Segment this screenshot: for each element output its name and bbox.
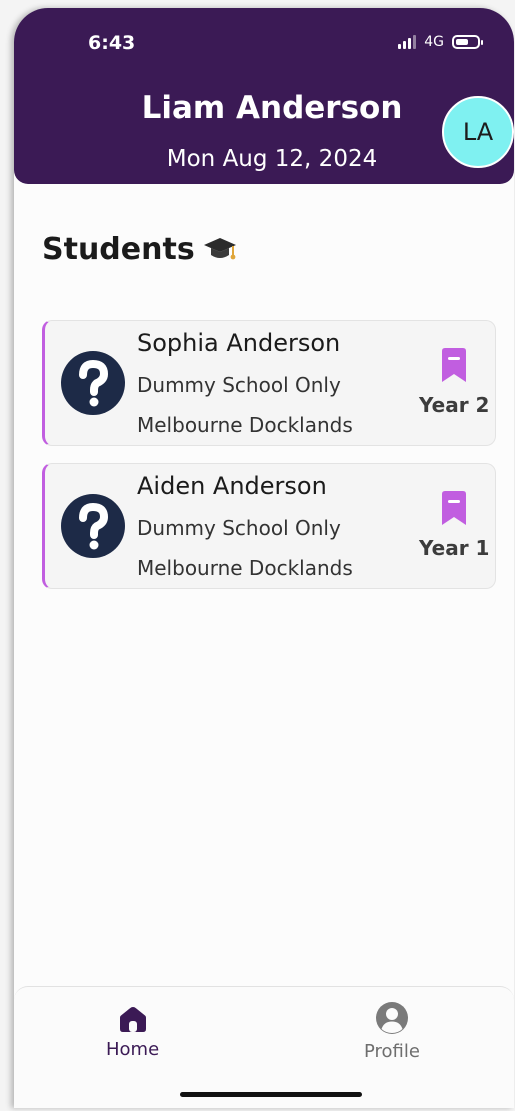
students-title-text: Students xyxy=(42,232,195,267)
student-school: Dummy School Only xyxy=(137,373,341,397)
home-icon xyxy=(119,1007,146,1032)
status-time: 6:43 xyxy=(88,32,136,54)
student-name: Sophia Anderson xyxy=(137,329,341,357)
battery-icon xyxy=(452,35,483,49)
network-label: 4G xyxy=(424,34,444,50)
app-screen: 6:43 4G Liam Anderson Mon Aug 12, 2024 L… xyxy=(14,8,514,1108)
student-card-sophia[interactable]: Sophia Anderson Dummy School Only Melbou… xyxy=(42,320,496,446)
current-date: Mon Aug 12, 2024 xyxy=(166,146,378,172)
student-campus: Melbourne Docklands xyxy=(137,556,353,580)
student-year: Year 2 xyxy=(419,393,490,417)
question-mark-icon xyxy=(61,351,125,415)
question-mark-icon xyxy=(61,494,125,558)
signal-icon xyxy=(398,35,417,49)
bottom-nav: Home Profile xyxy=(14,986,514,1108)
bookmark-icon xyxy=(442,348,466,382)
bookmark-icon xyxy=(442,491,466,525)
avatar-initials: LA xyxy=(462,118,494,146)
nav-home-label: Home xyxy=(106,1039,160,1060)
home-indicator xyxy=(180,1092,362,1097)
nav-home[interactable]: Home xyxy=(106,1005,159,1060)
student-school: Dummy School Only xyxy=(137,516,341,540)
app-header: 6:43 4G Liam Anderson Mon Aug 12, 2024 L… xyxy=(14,8,514,184)
student-campus: Melbourne Docklands xyxy=(137,413,353,437)
students-title: Students xyxy=(42,232,237,267)
student-year: Year 1 xyxy=(419,536,490,560)
nav-profile[interactable]: Profile xyxy=(364,1001,420,1062)
profile-icon xyxy=(375,1002,408,1034)
student-name: Aiden Anderson xyxy=(137,472,327,500)
status-indicators: 4G xyxy=(398,34,483,50)
avatar[interactable]: LA xyxy=(442,96,514,168)
nav-profile-label: Profile xyxy=(364,1041,420,1062)
student-card-aiden[interactable]: Aiden Anderson Dummy School Only Melbour… xyxy=(42,463,496,589)
graduation-cap-icon xyxy=(203,237,236,259)
user-name: Liam Anderson xyxy=(141,90,403,126)
